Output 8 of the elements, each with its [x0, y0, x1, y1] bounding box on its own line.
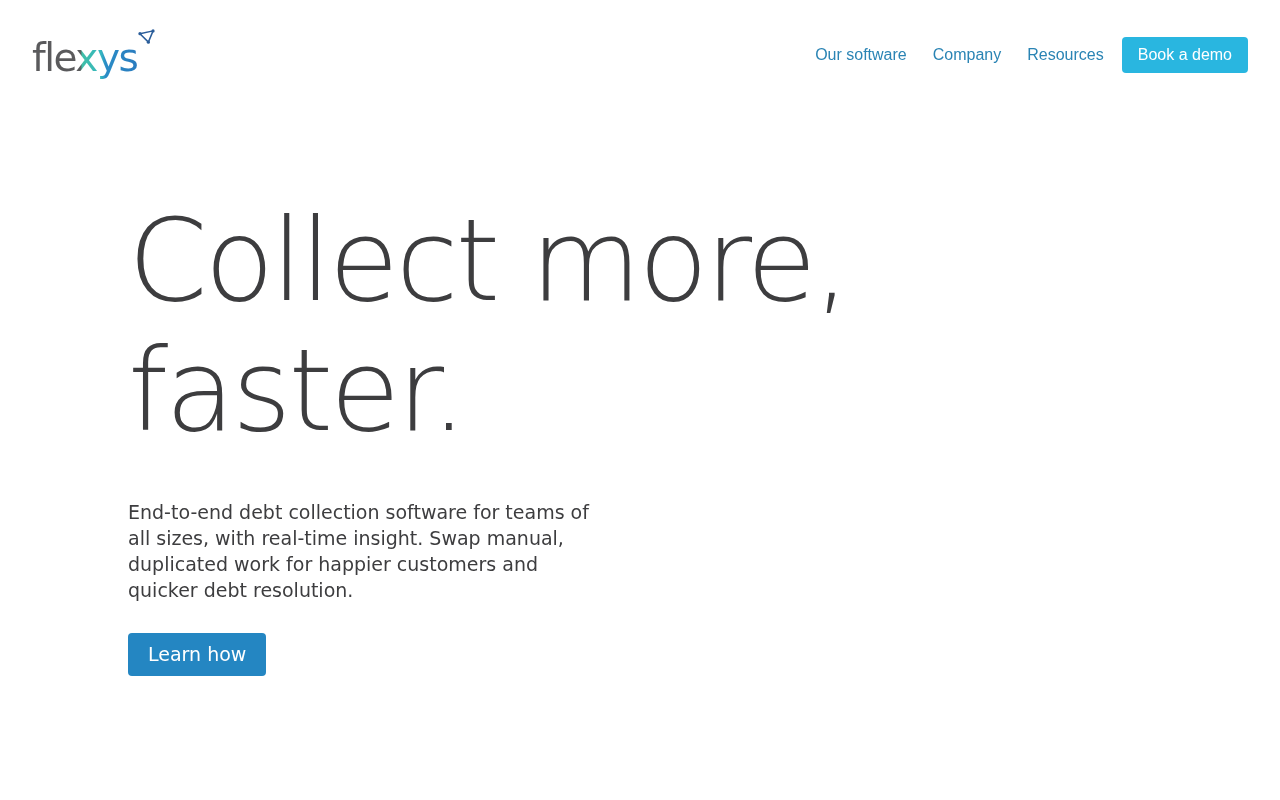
- hero-headline: Collect more, faster.: [128, 196, 848, 456]
- hero-description: End-to-end debt collection software for teams of all sizes, with real-time insight. Swap manual, duplicated work for happier customers and quicker debt resolution.: [128, 500, 591, 603]
- nav-link[interactable]: Resources: [1027, 46, 1104, 64]
- book-demo-button[interactable]: Book a demo: [1121, 37, 1248, 73]
- learn-how-button[interactable]: Learn how: [128, 633, 267, 676]
- nav-link[interactable]: Company: [932, 46, 1002, 64]
- triangle-icon: [138, 29, 156, 44]
- nav-link[interactable]: Our software: [815, 46, 907, 64]
